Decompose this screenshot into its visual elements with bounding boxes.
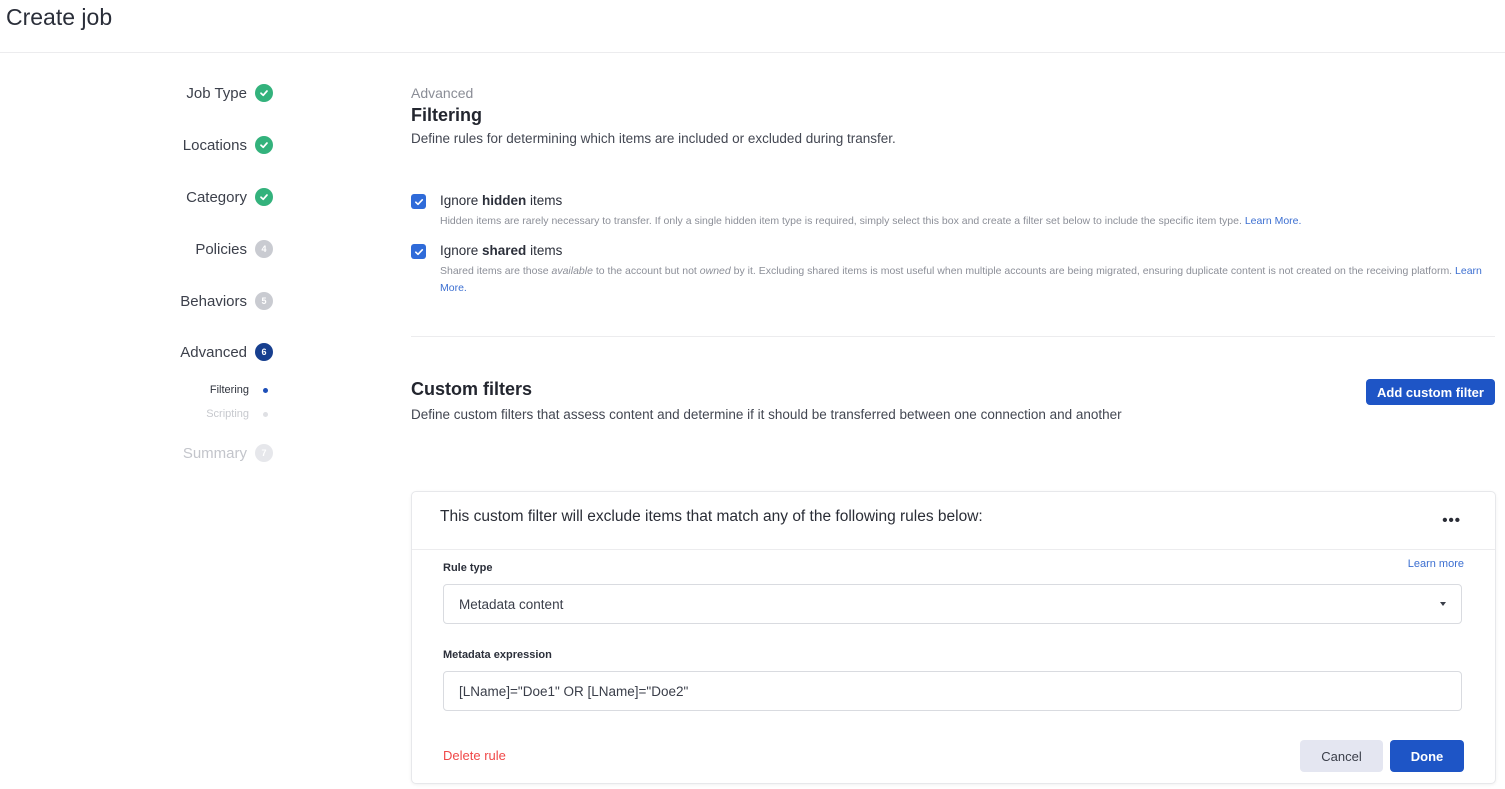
page-title: Create job: [6, 4, 113, 30]
delete-rule-link[interactable]: Delete rule: [443, 748, 506, 763]
rule-type-label: Rule type: [443, 562, 493, 574]
ignore-shared-description: Shared items are those available to the …: [440, 263, 1495, 297]
section-divider: [411, 336, 1495, 337]
step-advanced[interactable]: Advanced 6: [180, 343, 273, 361]
add-custom-filter-button[interactable]: Add custom filter: [1366, 379, 1495, 405]
learn-more-link[interactable]: Learn more: [1408, 558, 1464, 570]
ignore-hidden-option: Ignore hidden items Hidden items are rar…: [411, 192, 1495, 230]
current-dot-icon: [263, 387, 268, 393]
chevron-down-icon: [1440, 602, 1446, 606]
step-job-type[interactable]: Job Type: [186, 84, 273, 102]
substep-label: Scripting: [206, 408, 249, 420]
step-number-badge: 5: [255, 292, 273, 310]
card-header: This custom filter will exclude items th…: [412, 492, 1495, 550]
section-title: Filtering: [411, 105, 482, 125]
check-circle-icon: [255, 188, 273, 206]
step-label: Summary: [182, 444, 247, 462]
step-policies[interactable]: Policies 4: [195, 240, 273, 258]
header-divider: [0, 52, 1505, 53]
checkmark-icon: [414, 248, 423, 255]
step-number-badge: 7: [255, 444, 273, 462]
metadata-expression-input[interactable]: [443, 671, 1462, 711]
cancel-button[interactable]: Cancel: [1300, 740, 1383, 772]
substep-scripting[interactable]: Scripting: [206, 408, 268, 420]
title-text: Ignore: [440, 243, 483, 258]
step-label: Locations: [182, 136, 247, 154]
check-circle-icon: [255, 136, 273, 154]
filtering-section-header: Advanced Filtering Define rules for dete…: [411, 84, 1495, 148]
checkmark-icon: [414, 198, 423, 205]
ignore-shared-title: Ignore shared items: [440, 242, 1495, 260]
step-number-badge: 4: [255, 240, 273, 258]
description-emphasis: owned: [699, 265, 731, 277]
substep-label: Filtering: [209, 384, 249, 396]
custom-filter-card: This custom filter will exclude items th…: [411, 491, 1496, 784]
ignore-hidden-checkbox[interactable]: [411, 194, 426, 209]
ignore-shared-option: Ignore shared items Shared items are tho…: [411, 242, 1495, 297]
title-bold-text: shared: [482, 243, 527, 258]
title-text: items: [526, 243, 563, 258]
step-label: Job Type: [186, 84, 247, 102]
upcoming-dot-icon: [263, 411, 268, 417]
step-summary[interactable]: Summary 7: [183, 444, 273, 462]
custom-filters-title: Custom filters: [411, 379, 533, 399]
step-behaviors[interactable]: Behaviors 5: [180, 292, 273, 310]
substep-filtering[interactable]: Filtering: [210, 384, 268, 396]
title-text: items: [526, 193, 563, 208]
done-button[interactable]: Done: [1390, 740, 1464, 772]
title-bold-text: hidden: [482, 193, 527, 208]
step-number-badge: 6: [255, 343, 273, 361]
step-label: Behaviors: [180, 292, 247, 310]
more-horizontal-icon[interactable]: •••: [1442, 512, 1461, 529]
check-circle-icon: [255, 84, 273, 102]
card-heading: This custom filter will exclude items th…: [440, 508, 983, 525]
custom-filters-description: Define custom filters that assess conten…: [411, 407, 1122, 422]
step-locations[interactable]: Locations: [183, 136, 273, 154]
metadata-expression-label: Metadata expression: [443, 649, 552, 661]
step-category[interactable]: Category: [186, 188, 273, 206]
ignore-shared-checkbox[interactable]: [411, 244, 426, 259]
description-text: Hidden items are rarely necessary to tra…: [440, 215, 1245, 227]
section-breadcrumb: Advanced: [411, 85, 474, 101]
ignore-hidden-title: Ignore hidden items: [440, 192, 1301, 210]
step-label: Advanced: [180, 343, 247, 361]
description-emphasis: available: [551, 265, 593, 277]
step-label: Policies: [195, 240, 247, 258]
rule-type-value: Metadata content: [459, 596, 564, 612]
description-text: Shared items are those: [440, 265, 552, 277]
ignore-hidden-description: Hidden items are rarely necessary to tra…: [440, 213, 1301, 230]
title-text: Ignore: [440, 193, 483, 208]
section-description: Define rules for determining which items…: [411, 131, 896, 146]
description-text: to the account but not: [592, 265, 700, 277]
rule-type-select[interactable]: Metadata content: [443, 584, 1462, 624]
learn-more-link[interactable]: Learn More.: [1245, 215, 1302, 227]
description-text: by it. Excluding shared items is most us…: [730, 265, 1456, 277]
step-label: Category: [186, 188, 247, 206]
